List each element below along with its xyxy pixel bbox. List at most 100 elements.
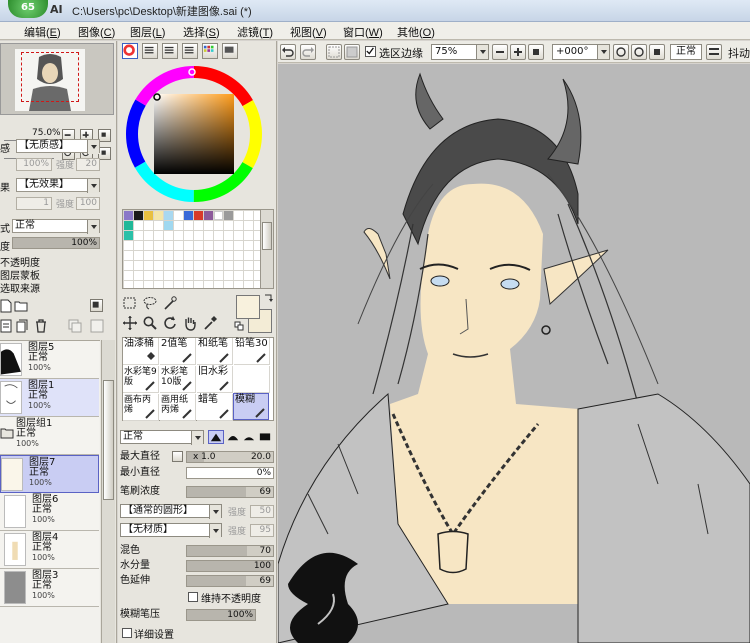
reset-colors-icon[interactable] <box>234 321 244 331</box>
menu-view[interactable]: 视图(V) <box>290 24 327 40</box>
scrollbar-thumb[interactable] <box>103 380 114 500</box>
brush-watercolor-9[interactable]: 水彩笔9版 <box>123 366 159 393</box>
palette-swatch[interactable] <box>164 221 173 230</box>
zoom-in-button[interactable] <box>510 44 526 60</box>
clear-layer-icon[interactable] <box>90 319 104 333</box>
tab-scratchpad[interactable] <box>222 43 238 59</box>
tab-swatches[interactable] <box>202 43 218 59</box>
texture-strength-field[interactable]: 20 <box>76 158 100 171</box>
palette-swatch[interactable] <box>124 231 133 240</box>
new-folder-icon[interactable] <box>14 300 28 312</box>
zoom-select[interactable]: 75% <box>431 44 489 60</box>
rotate-tool[interactable] <box>162 315 178 331</box>
max-size-slider[interactable]: x 1.0 20.0 <box>186 451 274 463</box>
tab-mixer[interactable] <box>182 43 198 59</box>
brush-bucket[interactable]: 油漆桶 <box>123 338 159 365</box>
layer-item[interactable]: 图层4 正常 100% <box>0 531 99 569</box>
brush-shape-select[interactable]: 【通常的圆形】 <box>120 504 222 519</box>
tab-hsv-sliders[interactable] <box>162 43 178 59</box>
color-wheel-graphic[interactable] <box>122 63 272 205</box>
tab-color-wheel[interactable] <box>122 43 138 59</box>
marquee-tool[interactable] <box>122 295 138 311</box>
lasso-tool[interactable] <box>142 295 158 311</box>
brush-texture-select[interactable]: 【无材质】 <box>120 523 222 538</box>
shape-strength-field[interactable]: 50 <box>250 505 274 518</box>
palette-swatch[interactable] <box>144 211 153 220</box>
menu-image[interactable]: 图像(C) <box>78 24 115 40</box>
layer-mode-select[interactable]: 正常 <box>12 219 100 234</box>
effect-select[interactable]: 【无效果】 <box>16 178 100 193</box>
stabilizer-toggle[interactable] <box>706 44 722 60</box>
brush-shape-flat[interactable] <box>258 430 274 444</box>
details-checkbox[interactable] <box>122 628 132 638</box>
menu-layer[interactable]: 图层(L) <box>130 24 165 40</box>
layer-group-item[interactable]: 图层组1 正常 100% <box>0 417 99 455</box>
swap-colors-icon[interactable] <box>263 293 273 303</box>
rotate-left-button[interactable] <box>613 44 629 60</box>
menu-edit[interactable]: 编辑(E) <box>24 24 61 40</box>
texture-select[interactable]: 【无质感】 <box>16 139 100 154</box>
texture-scale-field[interactable]: 100% <box>16 158 52 171</box>
palette-swatch[interactable] <box>134 211 143 220</box>
brush-blur[interactable]: 模糊 <box>233 393 269 420</box>
deselect-button[interactable] <box>326 44 342 60</box>
brush-empty-slot[interactable] <box>234 366 270 393</box>
tab-rgb-sliders[interactable] <box>142 43 158 59</box>
drawing-canvas[interactable] <box>278 64 750 643</box>
brush-watercolor-10[interactable]: 水彩笔10版 <box>160 366 196 393</box>
palette-swatch[interactable] <box>194 211 203 220</box>
menu-select[interactable]: 选择(S) <box>183 24 220 40</box>
persistence-slider[interactable]: 69 <box>186 575 274 587</box>
palette-swatch[interactable] <box>124 221 133 230</box>
blend-slider[interactable]: 70 <box>186 545 274 557</box>
eyedropper-tool[interactable] <box>202 315 218 331</box>
selection-edge-checkbox[interactable] <box>365 46 376 57</box>
effect-width-field[interactable]: 1 <box>16 197 52 210</box>
rotation-select[interactable]: +000° <box>552 44 610 60</box>
brush-shape-round[interactable] <box>208 430 224 444</box>
merge-down-icon[interactable] <box>16 319 28 333</box>
size-preset-button[interactable] <box>172 451 183 462</box>
layer-opacity-slider[interactable]: 100% <box>12 237 100 249</box>
menu-filter[interactable]: 滤镜(T) <box>237 24 273 40</box>
undo-button[interactable] <box>280 44 296 60</box>
brush-texture-strength-field[interactable]: 95 <box>250 524 274 537</box>
layer-item-selected[interactable]: 图层7 正常 100% <box>0 455 99 493</box>
transfer-down-icon[interactable] <box>0 319 12 333</box>
min-size-slider[interactable]: 0% <box>186 467 274 479</box>
magic-wand-tool[interactable] <box>162 295 178 311</box>
brush-mode-select[interactable]: 正常 <box>120 430 204 445</box>
keep-opacity-checkbox[interactable] <box>188 592 198 602</box>
palette-swatch[interactable] <box>224 211 233 220</box>
brush-shape-hard[interactable] <box>242 430 258 444</box>
redo-button[interactable] <box>300 44 316 60</box>
menu-other[interactable]: 其他(O) <box>397 24 435 40</box>
zoom-out-button[interactable] <box>492 44 508 60</box>
layer-option-button[interactable] <box>90 299 103 312</box>
move-tool[interactable] <box>122 315 138 331</box>
color-palette[interactable] <box>122 209 274 289</box>
brush-canvas-acrylic[interactable]: 画布丙烯 <box>123 394 159 421</box>
layer-item[interactable]: 图层6 正常 100% <box>0 493 99 531</box>
scrollbar-thumb[interactable] <box>262 222 272 250</box>
palette-swatch[interactable] <box>184 211 193 220</box>
rotation-reset-button[interactable] <box>649 44 665 60</box>
brush-binary[interactable]: 2值笔 <box>160 338 196 365</box>
copy-layer-icon[interactable] <box>68 319 82 333</box>
palette-swatch[interactable] <box>204 211 213 220</box>
palette-swatch[interactable] <box>124 211 133 220</box>
layer-list-scrollbar[interactable] <box>101 340 115 643</box>
hand-tool[interactable] <box>182 315 198 331</box>
new-layer-icon[interactable] <box>0 299 12 313</box>
palette-swatch[interactable] <box>214 211 223 220</box>
palette-swatch[interactable] <box>154 211 163 220</box>
check-selection-source[interactable]: 选取来源 <box>0 280 40 295</box>
blend-mode-field[interactable]: 正常 <box>670 44 702 60</box>
color-wheel[interactable] <box>122 63 272 205</box>
notification-badge[interactable]: 65 <box>8 0 48 18</box>
foreground-color-swatch[interactable] <box>236 295 260 319</box>
layer-item[interactable]: 图层5 正常 100% <box>0 341 99 379</box>
brush-washi[interactable]: 和纸笔 <box>197 338 233 365</box>
zoom-tool[interactable] <box>142 315 158 331</box>
layer-item[interactable]: 图层3 正常 100% <box>0 569 99 607</box>
